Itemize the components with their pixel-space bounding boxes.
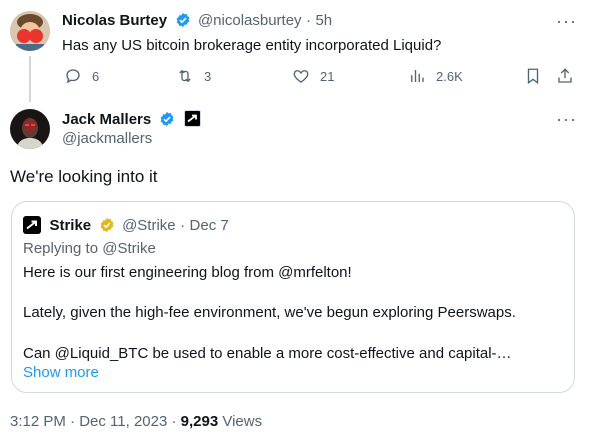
quoted-text-line-2: Lately, given the high-fee environment, … <box>23 304 516 321</box>
heart-icon <box>293 70 309 83</box>
replying-to: Replying to @Strike <box>23 240 156 257</box>
bookmark-button[interactable] <box>524 67 542 90</box>
reply-icon <box>66 69 80 84</box>
strike-affiliate-badge-icon[interactable] <box>184 110 202 127</box>
separator-dot: · <box>180 217 186 234</box>
more-options-icon[interactable]: ··· <box>556 110 577 128</box>
retweet-button[interactable]: 3 <box>176 67 211 85</box>
author-name[interactable]: Jack Mallers <box>62 111 151 128</box>
views-label: Views <box>218 413 263 430</box>
tweet-time[interactable]: 5h <box>315 12 332 29</box>
author-handle[interactable]: @jackmallers <box>62 130 152 147</box>
more-options-icon[interactable]: ··· <box>556 12 577 30</box>
retweet-icon <box>179 69 191 83</box>
retweet-count: 3 <box>204 68 212 84</box>
like-button[interactable]: 21 <box>292 67 334 85</box>
analytics-icon <box>411 70 424 82</box>
views-count: 2.6K <box>436 68 463 84</box>
quoted-author-name: Strike <box>49 217 92 234</box>
separator-dot: · <box>306 12 312 29</box>
quoted-text-line-3: Can @Liquid_BTC be used to enable a more… <box>23 345 512 362</box>
quoted-text-line-1: Here is our first engineering blog from … <box>23 264 352 281</box>
reply-button[interactable]: 6 <box>64 67 99 85</box>
timestamp[interactable]: 3:12 PM · Dec 11, 2023 · <box>10 413 181 430</box>
strike-avatar <box>23 216 41 234</box>
author-name[interactable]: Nicolas Burtey <box>62 12 167 29</box>
tweet-text: We're looking into it <box>10 167 158 186</box>
bookmark-icon <box>527 68 539 85</box>
views-total: 9,293 <box>180 413 219 430</box>
quoted-tweet[interactable]: Strike @Strike · Dec 7 Replying to @Stri… <box>11 201 575 393</box>
tweet-meta: 3:12 PM · Dec 11, 2023 · 9,293 Views <box>10 413 262 430</box>
jack-avatar[interactable] <box>10 109 50 149</box>
tweet-text: Has any US bitcoin brokerage entity inco… <box>62 37 442 54</box>
nicolas-avatar[interactable] <box>10 11 50 51</box>
author-handle[interactable]: @nicolasburtey <box>198 12 302 29</box>
share-icon <box>558 68 572 83</box>
views-button[interactable]: 2.6K <box>408 67 463 85</box>
verified-badge-icon <box>160 112 174 126</box>
share-button[interactable] <box>556 67 574 90</box>
show-more-link[interactable]: Show more <box>23 364 99 381</box>
like-count: 21 <box>320 68 335 84</box>
verified-badge-icon <box>176 13 189 27</box>
reply-count: 6 <box>92 68 100 84</box>
thread-line <box>29 56 31 102</box>
quoted-date: Dec 7 <box>189 217 229 234</box>
quoted-author-handle: @Strike <box>122 217 176 234</box>
gold-verified-badge-icon <box>100 218 113 232</box>
